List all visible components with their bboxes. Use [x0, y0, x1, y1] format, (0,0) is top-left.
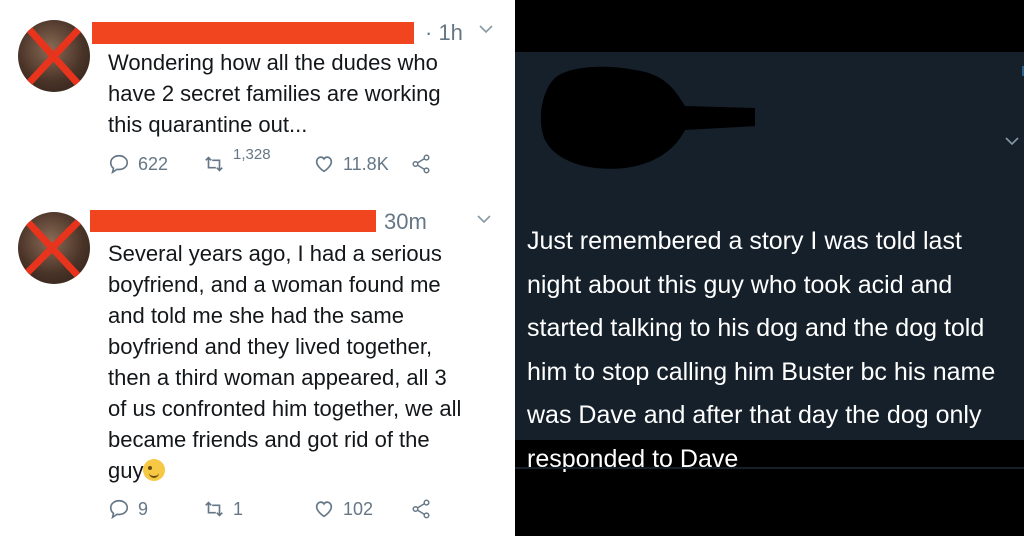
chevron-down-icon[interactable]	[1005, 130, 1019, 151]
chevron-down-icon[interactable]	[476, 212, 492, 230]
retweet-count: 1	[233, 498, 244, 519]
retweet-icon	[205, 501, 223, 517]
red-x-mark	[24, 24, 84, 90]
reply-button[interactable]: 622	[108, 153, 168, 175]
tweet-text: Several years ago, I had a serious boyfr…	[108, 238, 503, 486]
tweet-text: Wondering how all the dudes who have 2 s…	[108, 50, 441, 137]
retweet-button[interactable]: 1,328	[203, 146, 271, 175]
redacted-profile-scribble	[540, 66, 755, 169]
tweet-time: 30m	[384, 209, 427, 234]
tweet-actions: 622 1,328 11.8K	[108, 146, 488, 181]
reply-icon	[109, 499, 129, 520]
right-tweet-screenshot: Just remembered a story I was told last …	[515, 0, 1024, 536]
chevron-down-icon[interactable]	[478, 22, 494, 40]
avatar[interactable]	[18, 20, 90, 92]
reply-button[interactable]: 9	[108, 498, 148, 520]
share-icon	[412, 499, 430, 519]
reply-count: 9	[138, 498, 149, 519]
red-x-mark	[20, 214, 86, 282]
tweet-actions: 9 1 102	[108, 498, 488, 526]
retweet-count: 1,328	[233, 145, 271, 163]
like-icon	[315, 501, 333, 518]
redacted-username	[92, 22, 414, 44]
left-tweet-screenshot: · 1h Wondering how all the dudes who hav…	[0, 0, 515, 536]
like-button[interactable]: 11.8K	[313, 153, 389, 175]
retweet-icon	[205, 156, 223, 172]
like-count: 102	[343, 498, 374, 519]
share-button[interactable]	[410, 153, 432, 175]
winking-face-emoji	[143, 459, 166, 481]
dark-tweet-card[interactable]: Just remembered a story I was told last …	[515, 52, 1024, 473]
share-button[interactable]	[410, 498, 432, 520]
like-count: 11.8K	[343, 153, 389, 174]
reply-count: 622	[138, 153, 169, 174]
avatar[interactable]	[18, 212, 90, 284]
reply-icon	[109, 154, 129, 175]
redacted-username	[90, 210, 376, 232]
retweet-button[interactable]: 1	[203, 498, 243, 520]
tweet-text-content: Several years ago, I had a serious boyfr…	[108, 241, 462, 483]
like-icon	[315, 156, 333, 173]
like-button[interactable]: 102	[313, 498, 373, 520]
tweet-time: · 1h	[425, 20, 463, 45]
divider	[515, 467, 1024, 469]
tweet-text: Just remembered a story I was told last …	[527, 227, 996, 473]
share-icon	[412, 154, 430, 174]
